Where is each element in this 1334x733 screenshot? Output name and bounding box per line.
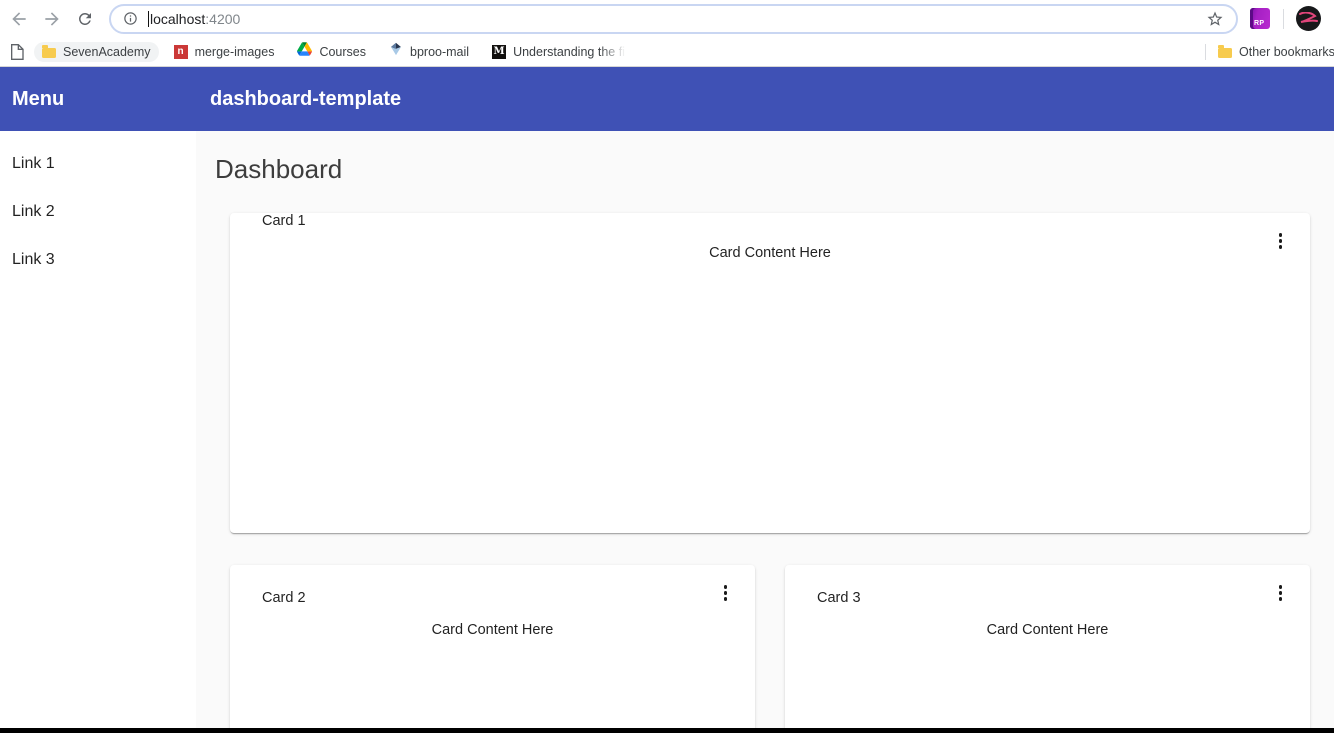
more-options-icon[interactable]: [722, 583, 730, 603]
other-bookmarks-label: Other bookmarks: [1239, 45, 1334, 59]
google-drive-icon: [297, 42, 312, 61]
medium-icon: M: [492, 45, 506, 59]
bookmark-courses[interactable]: Courses: [289, 39, 374, 64]
card-content: Card Content Here: [785, 622, 1310, 638]
folder-icon: [1218, 48, 1232, 58]
back-icon[interactable]: [8, 8, 30, 30]
bookmark-merge-images[interactable]: n merge-images: [166, 42, 283, 62]
url-text: localhost:4200: [150, 11, 240, 27]
card-title: Card 2: [262, 590, 755, 606]
bookmark-star-icon[interactable]: [1206, 10, 1224, 28]
npm-icon: n: [174, 45, 188, 59]
card-title: Card 1: [262, 213, 1310, 229]
text-caret: [148, 11, 149, 27]
card-title: Card 3: [817, 590, 1310, 606]
app-toolbar: Menu dashboard-template: [0, 67, 1334, 131]
more-options-icon[interactable]: [1277, 583, 1285, 603]
url-port: :4200: [205, 11, 240, 27]
card-content: Card Content Here: [230, 622, 755, 638]
sidebar-item-label: Link 3: [12, 251, 55, 269]
page-info-icon[interactable]: [123, 11, 138, 26]
more-options-icon[interactable]: [1277, 231, 1285, 251]
url-host: localhost: [150, 11, 205, 27]
card-2: Card 2 Card Content Here: [230, 565, 755, 733]
card-row: Card 2 Card Content Here Card 3 Card Con…: [230, 565, 1310, 733]
app-title: dashboard-template: [210, 88, 401, 111]
bookmark-label: SevenAcademy: [63, 45, 151, 59]
sidenav: Link 1 Link 2 Link 3: [0, 131, 196, 733]
bookmark-bproo-mail[interactable]: bproo-mail: [381, 39, 477, 64]
sidebar-item-link1[interactable]: Link 1: [0, 140, 196, 188]
forward-icon[interactable]: [41, 8, 63, 30]
bookmarks-bar: SevenAcademy n merge-images Courses bpro…: [0, 37, 1334, 66]
taskbar-strip: [0, 728, 1334, 733]
bookmark-label: bproo-mail: [410, 45, 469, 59]
bookmark-label: Courses: [319, 45, 366, 59]
sidebar-item-link3[interactable]: Link 3: [0, 236, 196, 284]
sidebar-item-label: Link 2: [12, 203, 55, 221]
bookmark-label: Understanding the fil: [513, 45, 628, 59]
app-body: Link 1 Link 2 Link 3 Dashboard Card 1 Ca…: [0, 131, 1334, 733]
card-3: Card 3 Card Content Here: [785, 565, 1310, 733]
sidebar-item-link2[interactable]: Link 2: [0, 188, 196, 236]
bookmarks-divider: [1205, 44, 1206, 60]
bookmark-sevenacademy[interactable]: SevenAcademy: [34, 42, 159, 62]
extension-icon[interactable]: RP: [1250, 8, 1270, 29]
browser-chrome: localhost:4200 RP SevenAcademy n merge-i…: [0, 0, 1334, 67]
refresh-icon[interactable]: [74, 8, 96, 30]
blank-page-icon[interactable]: [9, 41, 25, 63]
card-1: Card 1 Card Content Here: [230, 213, 1310, 533]
menu-button[interactable]: Menu: [12, 88, 64, 111]
browser-toolbar: localhost:4200 RP: [0, 0, 1334, 37]
folder-icon: [42, 48, 56, 58]
bookmark-label: merge-images: [195, 45, 275, 59]
sidebar-item-label: Link 1: [12, 155, 55, 173]
bookmark-understanding[interactable]: M Understanding the fil: [484, 42, 636, 62]
toolbar-divider: [1283, 9, 1284, 29]
other-bookmarks-button[interactable]: Other bookmarks: [1218, 45, 1334, 59]
page-title: Dashboard: [215, 153, 1310, 185]
bookmarks-bar-right: Other bookmarks: [1205, 44, 1334, 60]
url-bar[interactable]: localhost:4200: [109, 4, 1238, 34]
gem-icon: [389, 42, 403, 61]
main-content: Dashboard Card 1 Card Content Here Card …: [196, 131, 1334, 733]
extension-badge-label: RP: [1254, 20, 1264, 27]
profile-avatar[interactable]: [1296, 6, 1321, 31]
card-content: Card Content Here: [230, 245, 1310, 261]
